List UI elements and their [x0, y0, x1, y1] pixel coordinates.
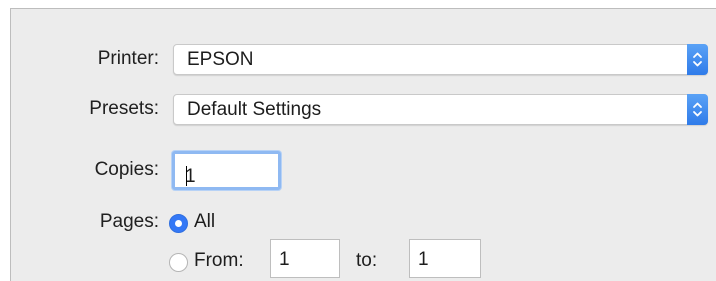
pages-from-value: 1 [279, 249, 290, 270]
pages-to-field[interactable]: 1 [409, 239, 481, 278]
printer-popup[interactable]: EPSON [173, 44, 708, 75]
printer-label: Printer: [97, 48, 159, 69]
pages-all-radio[interactable] [169, 214, 188, 233]
presets-label: Presets: [89, 98, 159, 119]
up-down-arrows-icon[interactable] [687, 44, 708, 75]
print-dialog-panel: Printer: EPSON Presets: Default Settings… [10, 8, 716, 281]
pages-from-field[interactable]: 1 [270, 239, 340, 278]
copies-label: Copies: [94, 159, 159, 180]
copies-field[interactable]: 1 [172, 151, 281, 190]
up-down-arrows-icon[interactable] [687, 94, 708, 125]
pages-range-radio[interactable] [169, 253, 188, 272]
text-caret [186, 166, 187, 186]
presets-stepper-svg [693, 102, 702, 117]
pages-from-label[interactable]: From: [194, 250, 244, 272]
printer-stepper-svg [693, 52, 702, 67]
presets-value: Default Settings [187, 99, 322, 120]
pages-to-value: 1 [418, 249, 429, 270]
presets-popup[interactable]: Default Settings [173, 94, 708, 125]
printer-value: EPSON [187, 49, 254, 70]
pages-all-label[interactable]: All [194, 211, 215, 233]
pages-to-label: to: [356, 250, 378, 271]
pages-label: Pages: [99, 211, 159, 232]
